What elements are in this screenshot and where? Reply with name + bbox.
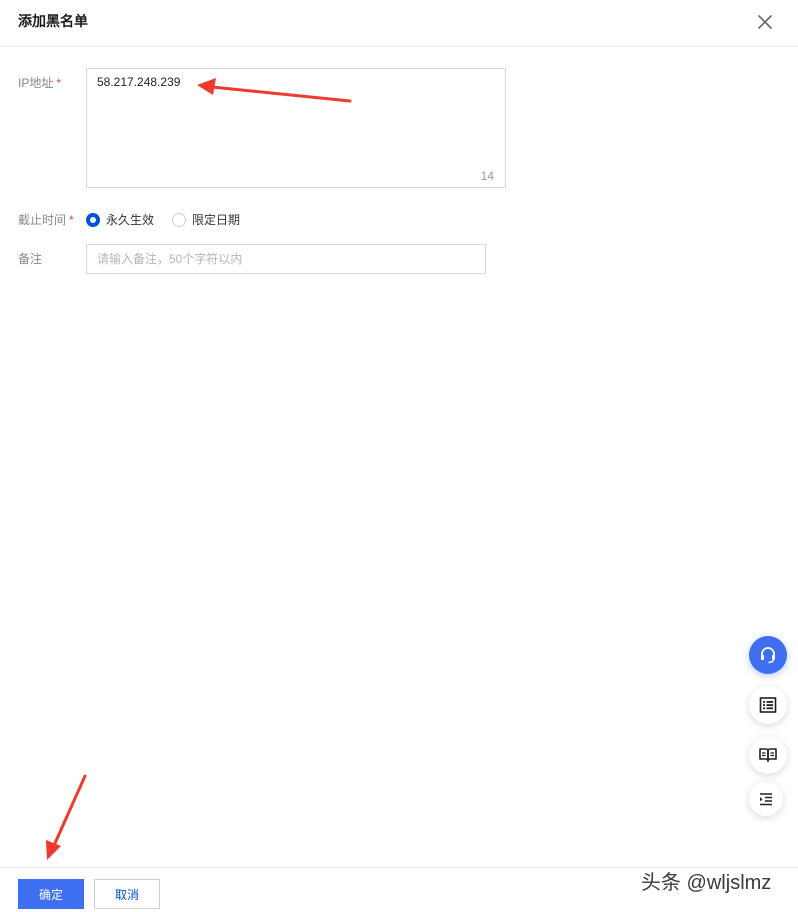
add-blacklist-dialog: 添加黑名单 IP地址 * 58.217.248.239 14 截止时间 * 永久生效… [0,0,798,911]
remark-label: 备注 [18,252,43,266]
annotation-arrow-confirm [46,774,87,860]
required-mark: * [69,213,74,227]
remark-input[interactable] [86,244,486,274]
radio-permanent-circle [86,213,100,227]
radio-limited-date-circle [172,213,187,227]
outline-button[interactable] [749,782,783,816]
confirm-button[interactable]: 确定 [18,879,84,909]
close-button[interactable] [755,12,775,32]
watermark: 头条 @wljslmz [641,872,772,894]
list-button[interactable] [749,686,787,724]
expiry-label-text: 截止时间 [18,213,67,227]
expiry-label: 截止时间 * [18,212,74,228]
ip-address-label-text: IP地址 [18,76,54,90]
cancel-button[interactable]: 取消 [94,879,160,909]
ip-address-textarea[interactable]: 58.217.248.239 14 [86,68,506,188]
customer-service-button[interactable] [749,636,787,674]
close-icon [758,15,772,29]
list-icon [759,697,777,713]
char-count: 14 [480,169,494,183]
book-icon [759,748,777,762]
radio-permanent[interactable]: 永久生效 [86,212,154,228]
docs-button[interactable] [749,736,787,774]
radio-limited-date-label: 限定日期 [192,213,241,227]
expiry-radio-group: 永久生效 限定日期 [86,211,258,229]
ip-address-value: 58.217.248.239 [97,75,181,89]
indent-icon [760,793,772,806]
required-mark: * [56,76,62,90]
headset-icon [761,647,775,664]
ip-address-label: IP地址 * [18,75,61,91]
dialog-header: 添加黑名单 [0,0,798,47]
radio-limited-date[interactable]: 限定日期 [172,212,240,228]
radio-permanent-label: 永久生效 [106,213,155,227]
dialog-title: 添加黑名单 [18,13,88,29]
